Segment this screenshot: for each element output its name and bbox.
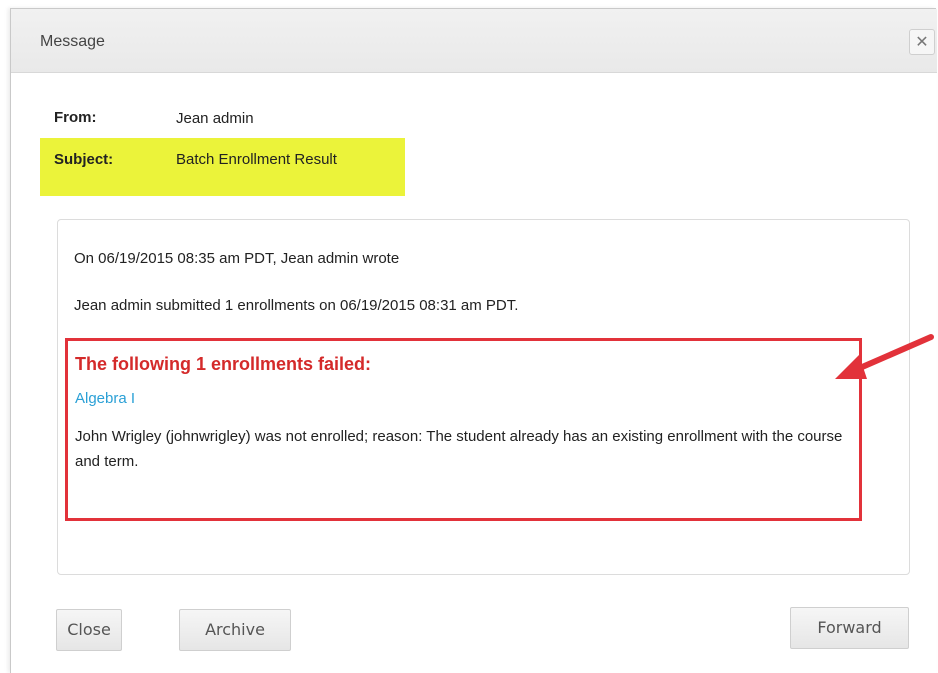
forward-button[interactable]: Forward	[790, 607, 909, 649]
subject-value: Batch Enrollment Result	[176, 151, 337, 168]
message-body: On 06/19/2015 08:35 am PDT, Jean admin w…	[57, 219, 910, 575]
failure-title: The following 1 enrollments failed:	[75, 354, 372, 374]
from-label: From:	[54, 109, 97, 126]
dialog-title: Message	[40, 33, 105, 50]
failure-highlight-box: The following 1 enrollments failed: Alge…	[65, 338, 862, 521]
subject-label: Subject:	[54, 151, 114, 168]
archive-button[interactable]: Archive	[179, 609, 291, 651]
close-x-icon[interactable]: ✕	[909, 29, 935, 55]
message-intro: On 06/19/2015 08:35 am PDT, Jean admin w…	[74, 250, 400, 267]
dialog-titlebar: Message ✕	[11, 9, 937, 73]
message-dialog: Message ✕ From: Jean admin Subject: Batc…	[10, 8, 937, 673]
from-value: Jean admin	[176, 110, 254, 127]
failure-reason: John Wrigley (johnwrigley) was not enrol…	[75, 428, 843, 470]
annotation-arrow-icon	[835, 334, 934, 379]
message-summary: Jean admin submitted 1 enrollments on 06…	[74, 297, 519, 314]
close-button[interactable]: Close	[56, 609, 122, 651]
course-link[interactable]: Algebra I	[75, 390, 135, 407]
